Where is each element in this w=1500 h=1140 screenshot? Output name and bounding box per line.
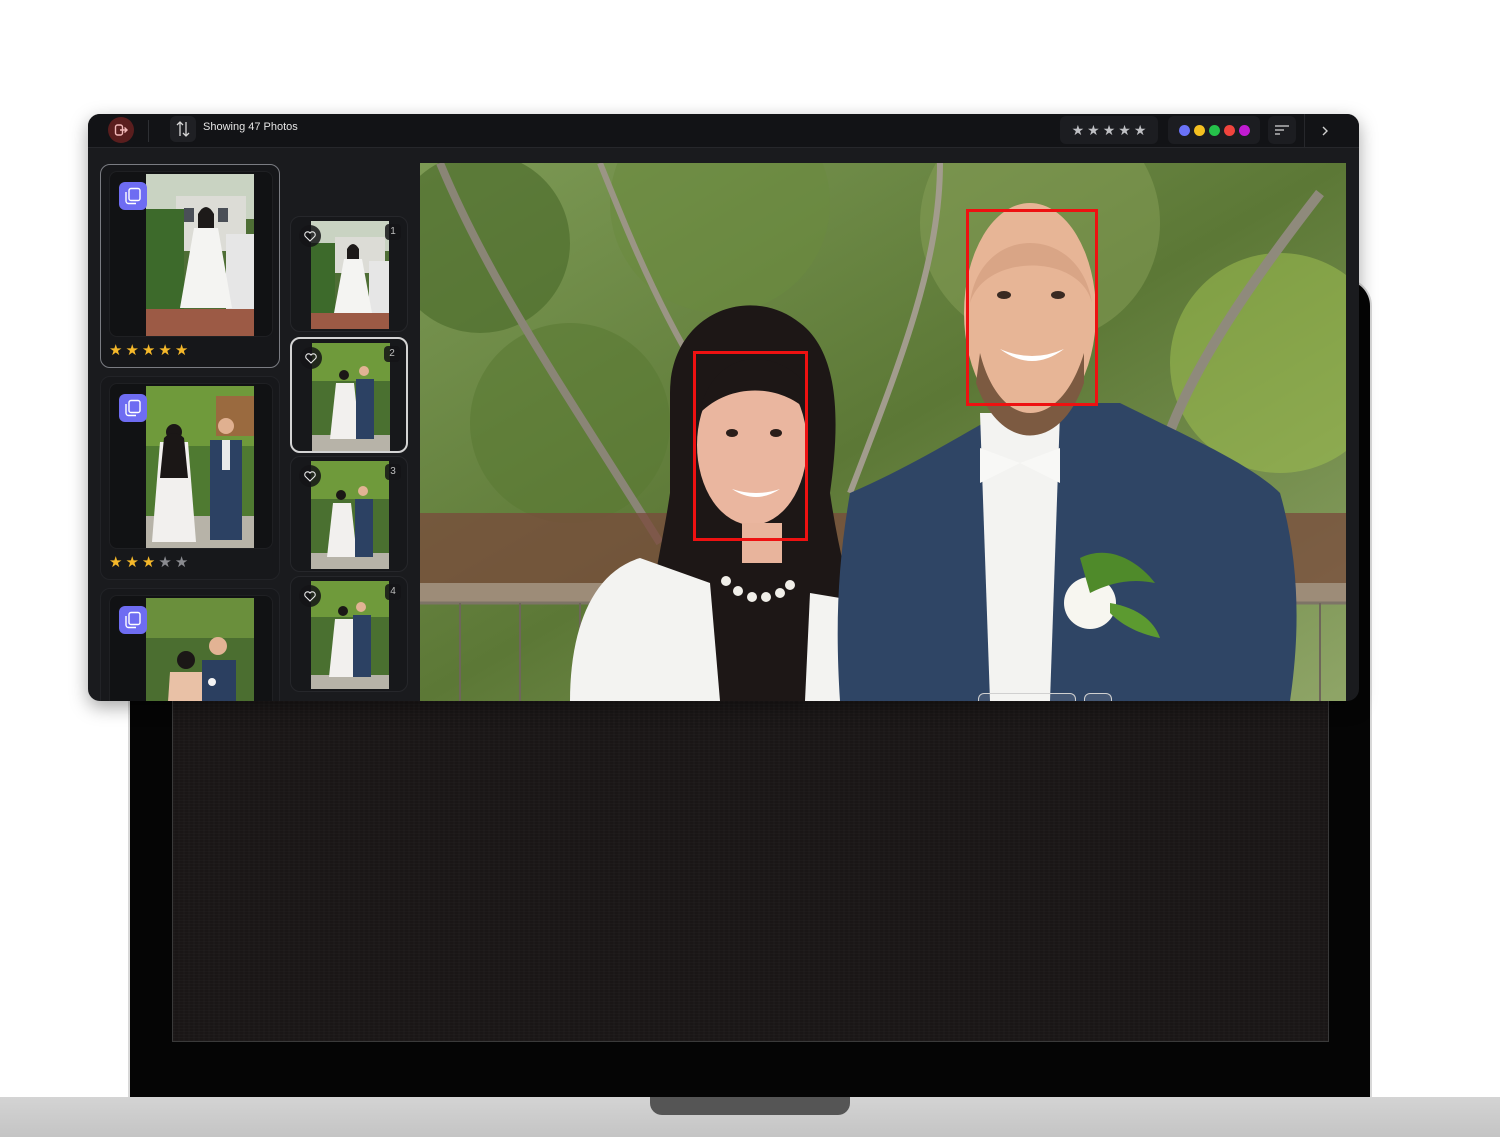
stack-thumbnail[interactable] — [146, 386, 254, 548]
color-filter-purple[interactable] — [1238, 124, 1250, 136]
filmstrip-item[interactable]: 1 — [290, 216, 408, 332]
stack-card[interactable]: ★ ★ ★ ★ ★ — [100, 376, 280, 580]
laptop-notch — [650, 1097, 850, 1115]
stack-icon — [125, 187, 141, 205]
stack-badge — [119, 394, 147, 422]
filmstrip-item-selected[interactable]: 2 — [290, 337, 408, 453]
sort-order-button[interactable] — [170, 116, 196, 142]
filmstrip-number: 4 — [385, 584, 401, 600]
photo-count-label: Showing 47 Photos — [203, 121, 298, 133]
filmstrip-item[interactable]: 4 — [290, 576, 408, 692]
viewer-control-chip[interactable] — [1084, 693, 1112, 701]
filmstrip-number: 3 — [385, 464, 401, 480]
star-icon[interactable]: ★ — [142, 343, 155, 358]
sort-lines-icon — [1275, 125, 1289, 135]
star-icon[interactable]: ★ — [109, 343, 122, 358]
filmstrip-number: 2 — [384, 346, 400, 362]
favorite-button[interactable] — [299, 225, 321, 247]
favorite-button[interactable] — [300, 347, 322, 369]
laptop-screen — [172, 700, 1329, 1042]
stack-thumbnail[interactable] — [146, 598, 254, 701]
filmstrip-thumbnail[interactable] — [311, 461, 389, 569]
heart-icon — [304, 470, 316, 482]
rating-filter-star-icon[interactable]: ★ — [1103, 122, 1116, 138]
stack-icon — [125, 399, 141, 417]
star-icon[interactable]: ★ — [158, 343, 171, 358]
viewer-control-chip[interactable] — [978, 693, 1076, 701]
color-filter-green[interactable] — [1208, 124, 1220, 136]
star-icon[interactable]: ★ — [125, 555, 138, 570]
stack-thumbnail[interactable] — [146, 174, 254, 336]
sort-menu-button[interactable] — [1268, 116, 1296, 144]
photo-stacks-column: ★ ★ ★ ★ ★ ★ ★ ★ ★ ★ — [100, 164, 282, 701]
top-toolbar: Showing 47 Photos ★ ★ ★ ★ ★ — [88, 114, 1359, 148]
next-panel-button[interactable] — [1304, 114, 1344, 148]
main-photo — [420, 163, 1346, 701]
star-icon[interactable]: ★ — [158, 555, 171, 570]
star-icon[interactable]: ★ — [142, 555, 155, 570]
rating-filter-star-icon[interactable]: ★ — [1134, 122, 1147, 138]
favorite-button[interactable] — [299, 465, 321, 487]
star-icon[interactable]: ★ — [175, 555, 188, 570]
sort-arrows-icon — [176, 121, 190, 137]
stack-badge — [119, 182, 147, 210]
color-filter-blue[interactable] — [1178, 124, 1190, 136]
color-filter-yellow[interactable] — [1193, 124, 1205, 136]
stack-badge — [119, 606, 147, 634]
stack-card[interactable] — [100, 588, 280, 701]
chevron-right-icon — [1322, 126, 1328, 136]
star-icon[interactable]: ★ — [175, 343, 188, 358]
photo-culling-app: Showing 47 Photos ★ ★ ★ ★ ★ ★ ★ ★ ★ ★ ★ … — [88, 114, 1359, 701]
stack-rating[interactable]: ★ ★ ★ ★ ★ — [109, 555, 188, 570]
filmstrip-number: 1 — [385, 224, 401, 240]
rating-filter-star-icon[interactable]: ★ — [1072, 122, 1085, 138]
face-detection-box — [966, 209, 1098, 406]
heart-icon — [304, 230, 316, 242]
heart-icon — [304, 590, 316, 602]
filmstrip-thumbnail[interactable] — [311, 221, 389, 329]
stack-card[interactable]: ★ ★ ★ ★ ★ — [100, 164, 280, 368]
color-label-filter[interactable] — [1168, 116, 1260, 144]
filmstrip: 1 2 3 4 — [288, 212, 412, 701]
main-photo-viewer[interactable] — [420, 163, 1346, 701]
rating-filter-star-icon[interactable]: ★ — [1118, 122, 1131, 138]
stack-rating[interactable]: ★ ★ ★ ★ ★ — [109, 343, 188, 358]
face-detection-box — [693, 351, 808, 541]
filmstrip-thumbnail[interactable] — [312, 343, 390, 451]
rating-filter[interactable]: ★ ★ ★ ★ ★ — [1060, 116, 1158, 144]
toolbar-divider — [148, 120, 149, 142]
stack-icon — [125, 611, 141, 629]
star-icon[interactable]: ★ — [125, 343, 138, 358]
star-icon[interactable]: ★ — [109, 555, 122, 570]
rating-filter-star-icon[interactable]: ★ — [1087, 122, 1100, 138]
heart-icon — [305, 352, 317, 364]
logout-icon — [114, 124, 128, 136]
favorite-button[interactable] — [299, 585, 321, 607]
filmstrip-thumbnail[interactable] — [311, 581, 389, 689]
exit-button[interactable] — [108, 117, 134, 143]
filmstrip-item[interactable]: 3 — [290, 456, 408, 572]
color-filter-red[interactable] — [1223, 124, 1235, 136]
